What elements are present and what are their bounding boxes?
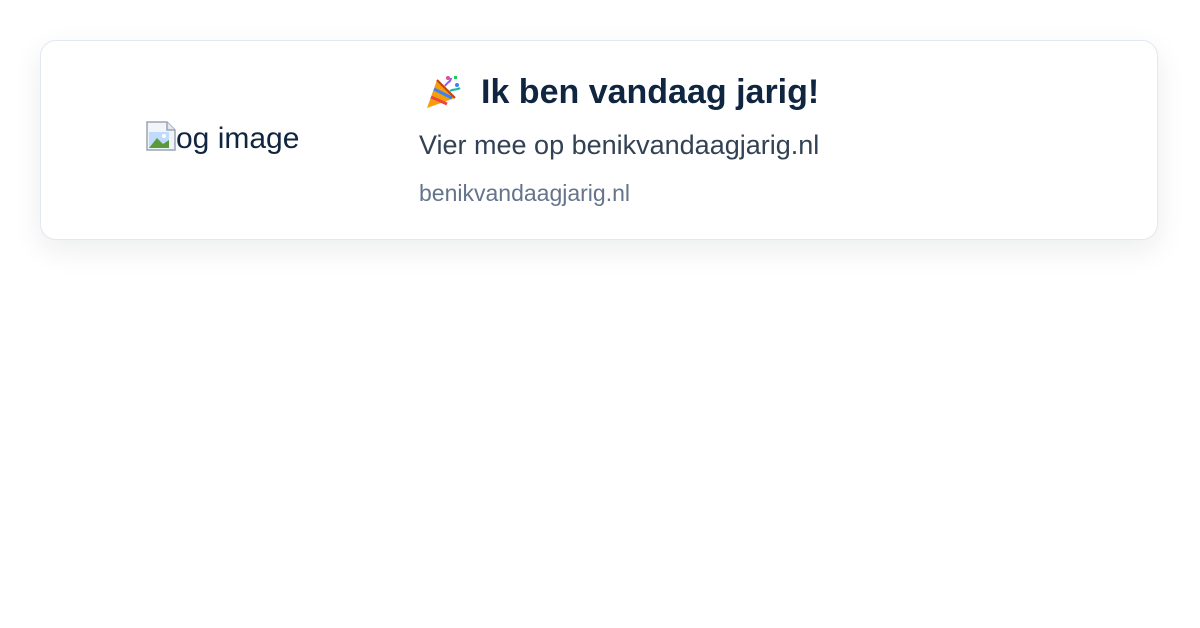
og-image: og image [145,121,299,157]
og-image-alt-text: og image [176,122,300,155]
broken-image-icon [145,120,177,152]
preview-domain: benikvandaagjarig.nl [419,180,630,206]
preview-content: Ik ben vandaag jarig! Vier mee op benikv… [419,71,1127,207]
preview-description: Vier mee op benikvandaagjarig.nl [419,130,820,160]
link-preview-card[interactable]: og image Ik ben vandaag jarig! Vier mee … [40,40,1158,240]
preview-title: Ik ben vandaag jarig! [481,73,820,111]
title-row: Ik ben vandaag jarig! [419,71,1127,113]
party-popper-icon [423,72,463,112]
